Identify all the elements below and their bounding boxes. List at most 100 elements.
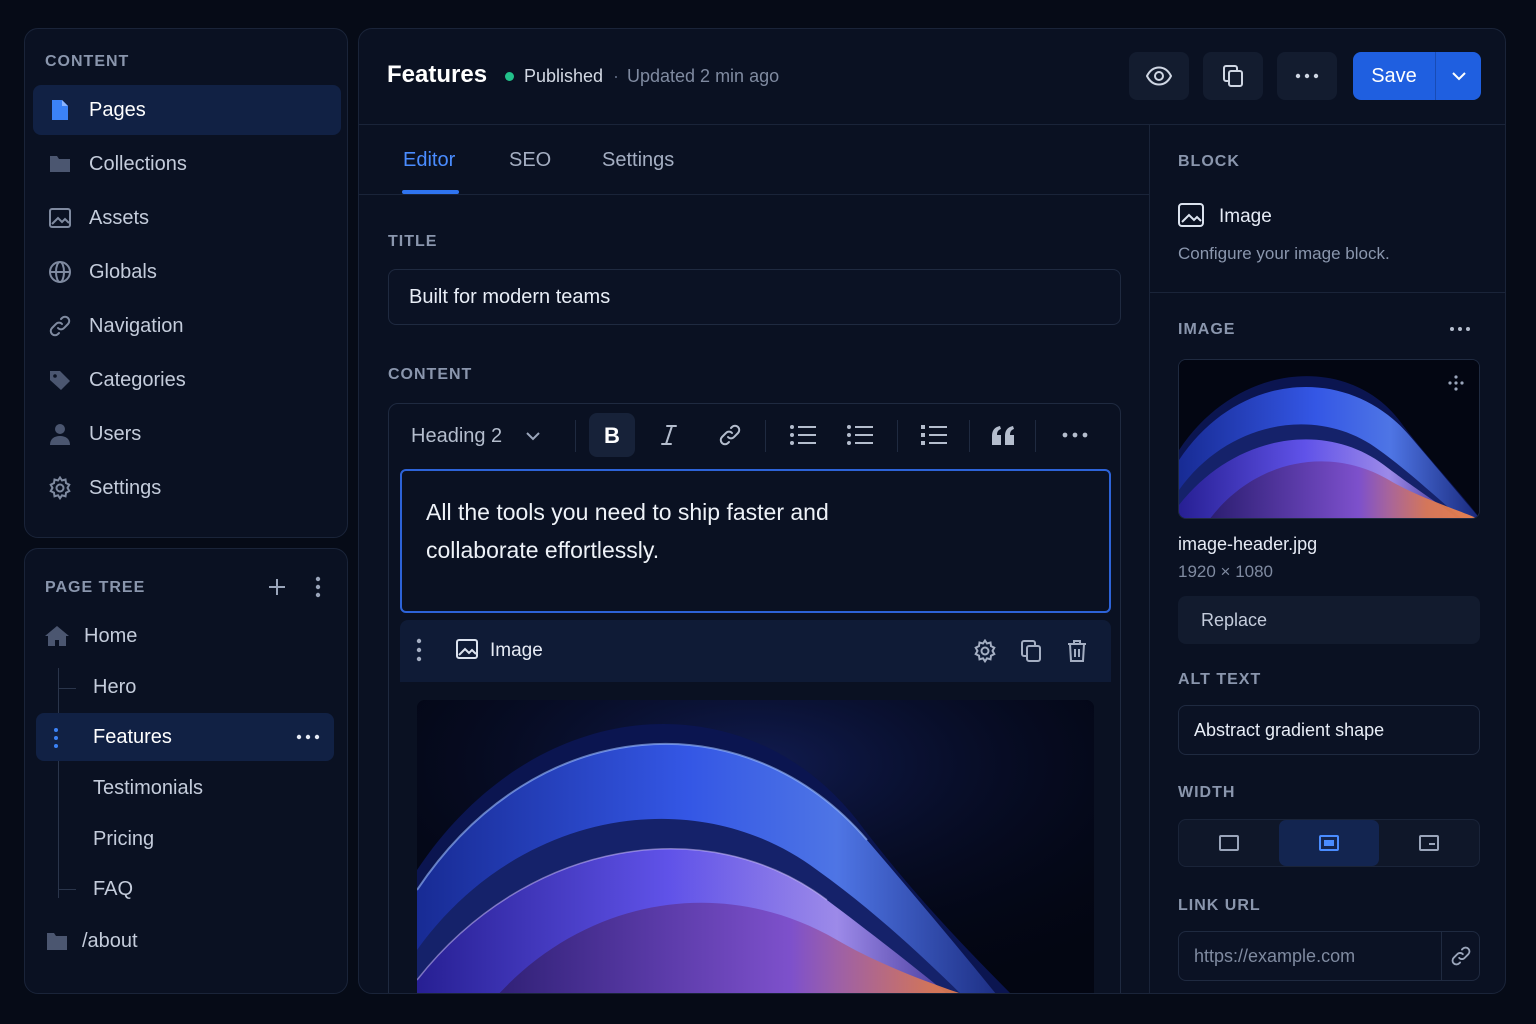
block-settings-button[interactable] bbox=[971, 637, 999, 665]
page-tree-title: PAGE TREE bbox=[45, 579, 146, 596]
text-block[interactable]: All the tools you need to ship faster an… bbox=[400, 469, 1111, 613]
drag-handle-icon[interactable] bbox=[416, 638, 422, 662]
tree-more-button[interactable] bbox=[304, 573, 332, 601]
alt-text-label: ALT TEXT bbox=[1178, 671, 1262, 688]
tree-item-testimonials[interactable]: Testimonials bbox=[93, 764, 203, 812]
toolbar-divider bbox=[575, 420, 576, 452]
file-dimensions: 1920 × 1080 bbox=[1178, 562, 1274, 581]
block-type-name: Image bbox=[1219, 206, 1272, 227]
tree-item-faq[interactable]: FAQ bbox=[93, 865, 133, 913]
quote-button[interactable] bbox=[980, 413, 1026, 457]
numbered-list-button[interactable] bbox=[837, 413, 883, 457]
updated-timestamp: Updated 2 min ago bbox=[627, 66, 780, 86]
width-label: WIDTH bbox=[1178, 784, 1236, 801]
move-icon[interactable] bbox=[1447, 374, 1465, 392]
toolbar-divider bbox=[969, 420, 970, 452]
save-button-group[interactable]: Save bbox=[1353, 52, 1481, 100]
block-delete-button[interactable] bbox=[1063, 637, 1091, 665]
more-icon bbox=[1295, 73, 1319, 79]
image-options-button[interactable] bbox=[1446, 315, 1474, 343]
duplicate-button[interactable] bbox=[1203, 52, 1263, 100]
sidebar-item-categories[interactable]: Categories bbox=[33, 355, 341, 405]
italic-button[interactable] bbox=[646, 413, 692, 457]
sidebar-item-collections[interactable]: Collections bbox=[33, 139, 341, 189]
heading-select-value: Heading 2 bbox=[411, 424, 503, 447]
content-field-label: CONTENT bbox=[388, 366, 473, 383]
tree-item-label: Pricing bbox=[93, 827, 155, 850]
drag-handle-icon[interactable] bbox=[53, 727, 59, 749]
title-input[interactable] bbox=[388, 269, 1121, 325]
tree-item-label: Hero bbox=[93, 675, 137, 698]
sidebar-item-assets[interactable]: Assets bbox=[33, 193, 341, 243]
eye-icon bbox=[1146, 66, 1172, 86]
insert-link-button[interactable] bbox=[1441, 932, 1479, 980]
sidebar-item-settings[interactable]: Settings bbox=[33, 463, 341, 513]
tree-item-label: /about bbox=[82, 929, 138, 952]
more-formatting-button[interactable] bbox=[1052, 413, 1098, 457]
block-section: BLOCK Image Configure your image block. bbox=[1150, 125, 1505, 293]
bullet-list-button[interactable] bbox=[780, 413, 826, 457]
link-url-input[interactable] bbox=[1179, 932, 1441, 980]
chevron-down-icon bbox=[526, 431, 540, 441]
globe-icon bbox=[47, 259, 73, 285]
sidebar-item-label: Globals bbox=[89, 260, 157, 283]
chevron-down-icon bbox=[1451, 71, 1466, 80]
checklist-button[interactable] bbox=[911, 413, 957, 457]
folder-icon bbox=[47, 151, 73, 177]
width-full-option[interactable] bbox=[1379, 820, 1479, 866]
plus-icon bbox=[269, 579, 285, 595]
image-block[interactable]: Image bbox=[400, 620, 1111, 993]
toolbar-divider bbox=[1035, 420, 1036, 452]
content-section-title: CONTENT bbox=[45, 53, 130, 70]
more-actions-button[interactable] bbox=[1277, 52, 1337, 100]
file-icon bbox=[47, 97, 73, 123]
save-options-button[interactable] bbox=[1435, 52, 1481, 100]
sidebar-item-navigation[interactable]: Navigation bbox=[33, 301, 341, 351]
sidebar-item-users[interactable]: Users bbox=[33, 409, 341, 459]
tab-seo[interactable]: SEO bbox=[509, 149, 551, 172]
text-block-line: All the tools you need to ship faster an… bbox=[426, 499, 829, 525]
tree-connector bbox=[58, 889, 76, 890]
editor-main-panel: Features Published · Updated 2 min ago S… bbox=[358, 28, 1506, 994]
width-medium-icon bbox=[1319, 835, 1339, 851]
tree-item-about[interactable]: /about bbox=[46, 917, 138, 965]
tree-item-features[interactable]: Features bbox=[36, 713, 334, 761]
save-button[interactable]: Save bbox=[1353, 52, 1435, 100]
tab-editor[interactable]: Editor bbox=[403, 149, 455, 172]
tree-item-label: FAQ bbox=[93, 877, 134, 900]
sidebar-item-label: Users bbox=[89, 422, 142, 445]
rich-text-editor: Heading 2 B All the tools you need to sh… bbox=[388, 403, 1121, 993]
sidebar-item-pages[interactable]: Pages bbox=[33, 85, 341, 135]
bold-button[interactable]: B bbox=[589, 413, 635, 457]
tag-icon bbox=[47, 367, 73, 393]
width-medium-option[interactable] bbox=[1279, 820, 1379, 866]
heading-select[interactable]: Heading 2 bbox=[411, 414, 540, 458]
tree-item-hero[interactable]: Hero bbox=[93, 663, 136, 711]
add-page-button[interactable] bbox=[263, 573, 291, 601]
replace-image-button[interactable]: Replace bbox=[1178, 596, 1480, 644]
more-icon[interactable] bbox=[296, 734, 320, 740]
width-small-option[interactable] bbox=[1179, 820, 1279, 866]
sidebar-item-globals[interactable]: Globals bbox=[33, 247, 341, 297]
image-icon bbox=[456, 639, 478, 659]
tab-settings[interactable]: Settings bbox=[602, 149, 674, 172]
image-thumbnail[interactable] bbox=[1178, 359, 1480, 519]
tree-item-home[interactable]: Home bbox=[44, 612, 137, 660]
width-selector bbox=[1178, 819, 1480, 867]
link-icon bbox=[47, 313, 73, 339]
tree-connector bbox=[58, 688, 76, 689]
link-button[interactable] bbox=[707, 413, 753, 457]
image-section-title: IMAGE bbox=[1178, 321, 1236, 338]
tree-item-pricing[interactable]: Pricing bbox=[93, 815, 154, 863]
alt-text-input[interactable] bbox=[1178, 705, 1480, 755]
width-small-icon bbox=[1219, 835, 1239, 851]
sidebar-item-label: Categories bbox=[89, 368, 186, 391]
trash-icon bbox=[1068, 640, 1086, 662]
link-icon bbox=[1451, 946, 1470, 966]
page-header: Features Published · Updated 2 min ago S… bbox=[359, 29, 1505, 125]
preview-button[interactable] bbox=[1129, 52, 1189, 100]
block-duplicate-button[interactable] bbox=[1017, 637, 1045, 665]
status-dot bbox=[505, 72, 514, 81]
tree-connector bbox=[58, 668, 59, 898]
more-icon bbox=[1450, 327, 1470, 331]
